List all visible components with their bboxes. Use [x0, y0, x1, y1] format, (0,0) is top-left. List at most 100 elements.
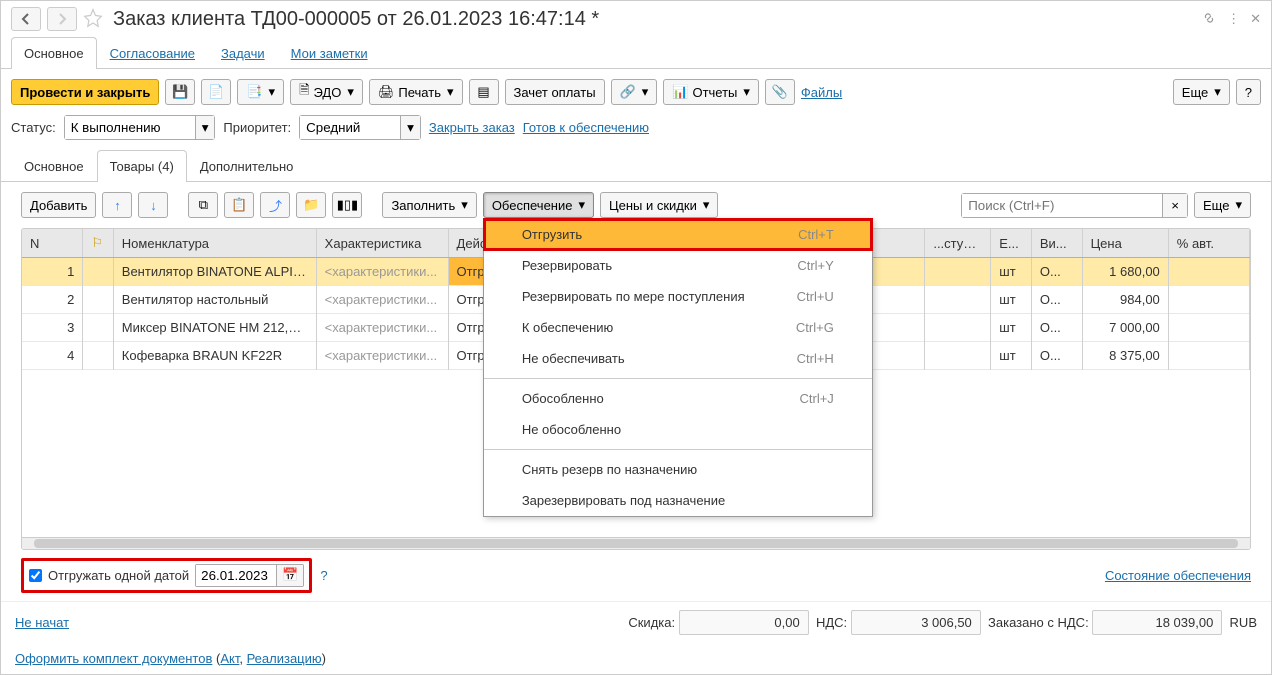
- cell-unit[interactable]: шт: [991, 258, 1032, 286]
- post-and-close-button[interactable]: Провести и закрыть: [11, 79, 159, 105]
- cell-unit[interactable]: шт: [991, 286, 1032, 314]
- cell-price[interactable]: 984,00: [1082, 286, 1168, 314]
- cell-price[interactable]: 8 375,00: [1082, 342, 1168, 370]
- cell-n[interactable]: 4: [22, 342, 83, 370]
- menu-item[interactable]: Резервировать по мере поступленияCtrl+U: [484, 281, 872, 312]
- col-kind[interactable]: Ви...: [1031, 229, 1082, 258]
- cell-nomenclature[interactable]: Вентилятор BINATONE ALPIN...: [113, 258, 316, 286]
- menu-item[interactable]: РезервироватьCtrl+Y: [484, 250, 872, 281]
- cell-kind[interactable]: О...: [1031, 258, 1082, 286]
- menu-item[interactable]: К обеспечениюCtrl+G: [484, 312, 872, 343]
- col-price[interactable]: Цена: [1082, 229, 1168, 258]
- col-flag[interactable]: ⚐: [83, 229, 113, 258]
- move-up-button[interactable]: ↑: [102, 192, 132, 218]
- reports-button[interactable]: 📊 Отчеты ▾: [663, 79, 759, 105]
- cell-unit[interactable]: шт: [991, 342, 1032, 370]
- subtab-main[interactable]: Основное: [11, 150, 97, 182]
- table-more-button[interactable]: Еще ▾: [1194, 192, 1251, 218]
- files-link[interactable]: Файлы: [801, 85, 842, 100]
- cell-kind[interactable]: О...: [1031, 314, 1082, 342]
- cell-n[interactable]: 1: [22, 258, 83, 286]
- paste-button[interactable]: 📋: [224, 192, 254, 218]
- cell-n[interactable]: 3: [22, 314, 83, 342]
- linked-button[interactable]: 🔗▾: [611, 79, 658, 105]
- cell-available[interactable]: [925, 286, 991, 314]
- tab-main[interactable]: Основное: [11, 37, 97, 69]
- col-n[interactable]: N: [22, 229, 83, 258]
- cell-n[interactable]: 2: [22, 286, 83, 314]
- cell-available[interactable]: [925, 258, 991, 286]
- offset-button[interactable]: Зачет оплаты: [505, 79, 605, 105]
- save-button[interactable]: 💾: [165, 79, 195, 105]
- col-characteristic[interactable]: Характеристика: [316, 229, 448, 258]
- folder-button[interactable]: 📁: [296, 192, 326, 218]
- docs-link[interactable]: Оформить комплект документов: [15, 651, 212, 666]
- provision-state-link[interactable]: Состояние обеспечения: [1105, 568, 1251, 583]
- close-order-link[interactable]: Закрыть заказ: [429, 120, 515, 135]
- menu-icon[interactable]: ⋮: [1227, 11, 1240, 27]
- priority-select[interactable]: [300, 116, 400, 139]
- cell-auto[interactable]: [1168, 286, 1249, 314]
- search-input[interactable]: [962, 194, 1162, 217]
- horizontal-scrollbar[interactable]: [22, 537, 1250, 549]
- help-button[interactable]: ?: [1236, 79, 1261, 105]
- cell-flag[interactable]: [83, 342, 113, 370]
- add-row-button[interactable]: Добавить: [21, 192, 96, 218]
- ready-link[interactable]: Готов к обеспечению: [523, 120, 649, 135]
- create-based-button[interactable]: 📑▾: [237, 79, 284, 105]
- tab-tasks[interactable]: Задачи: [208, 37, 278, 69]
- cell-unit[interactable]: шт: [991, 314, 1032, 342]
- cell-kind[interactable]: О...: [1031, 342, 1082, 370]
- cell-flag[interactable]: [83, 258, 113, 286]
- cell-auto[interactable]: [1168, 314, 1249, 342]
- cell-characteristic[interactable]: <характеристики...: [316, 258, 448, 286]
- cell-price[interactable]: 7 000,00: [1082, 314, 1168, 342]
- subtab-goods[interactable]: Товары (4): [97, 150, 187, 182]
- ship-single-date-checkbox[interactable]: [29, 569, 42, 582]
- favorite-star-icon[interactable]: [83, 8, 103, 31]
- print-button[interactable]: 🖨 Печать ▾: [369, 79, 463, 105]
- attach-button[interactable]: 📎: [765, 79, 795, 105]
- close-icon[interactable]: ✕: [1250, 11, 1261, 27]
- cell-flag[interactable]: [83, 286, 113, 314]
- cell-nomenclature[interactable]: Миксер BINATONE HM 212,6 ...: [113, 314, 316, 342]
- col-unit[interactable]: Е...: [991, 229, 1032, 258]
- realization-link[interactable]: Реализацию: [247, 651, 322, 666]
- cell-nomenclature[interactable]: Вентилятор настольный: [113, 286, 316, 314]
- list-button[interactable]: ▤: [469, 79, 499, 105]
- link-icon[interactable]: [1201, 10, 1217, 29]
- menu-item[interactable]: Не обеспечиватьCtrl+H: [484, 343, 872, 374]
- cell-characteristic[interactable]: <характеристики...: [316, 314, 448, 342]
- cell-nomenclature[interactable]: Кофеварка BRAUN KF22R: [113, 342, 316, 370]
- move-down-button[interactable]: ↓: [138, 192, 168, 218]
- forward-button[interactable]: [47, 7, 77, 31]
- menu-item[interactable]: Зарезервировать под назначение: [484, 485, 872, 516]
- col-nomenclature[interactable]: Номенклатура: [113, 229, 316, 258]
- date-help[interactable]: ?: [320, 568, 327, 583]
- subtab-extra[interactable]: Дополнительно: [187, 150, 307, 182]
- menu-item[interactable]: ОтгрузитьCtrl+T: [484, 219, 872, 250]
- prices-button[interactable]: Цены и скидки ▾: [600, 192, 718, 218]
- cell-flag[interactable]: [83, 314, 113, 342]
- status-select[interactable]: [65, 116, 195, 139]
- col-auto[interactable]: % авт.: [1168, 229, 1249, 258]
- cell-kind[interactable]: О...: [1031, 286, 1082, 314]
- cell-auto[interactable]: [1168, 258, 1249, 286]
- menu-item[interactable]: ОбособленноCtrl+J: [484, 383, 872, 414]
- tab-notes[interactable]: Мои заметки: [278, 37, 381, 69]
- menu-item[interactable]: Не обособленно: [484, 414, 872, 445]
- fill-button[interactable]: Заполнить ▾: [382, 192, 476, 218]
- share-button[interactable]: ⤴: [260, 192, 290, 218]
- cell-available[interactable]: [925, 342, 991, 370]
- cell-characteristic[interactable]: <характеристики...: [316, 286, 448, 314]
- post-button[interactable]: 📄: [201, 79, 231, 105]
- col-available[interactable]: ...ступно: [925, 229, 991, 258]
- cell-characteristic[interactable]: <характеристики...: [316, 342, 448, 370]
- not-started-link[interactable]: Не начат: [15, 615, 69, 630]
- tab-approval[interactable]: Согласование: [97, 37, 208, 69]
- copy-button[interactable]: ⧉: [188, 192, 218, 218]
- provision-button[interactable]: Обеспечение ▾: [483, 192, 594, 218]
- more-button[interactable]: Еще ▾: [1173, 79, 1230, 105]
- barcode-button[interactable]: ▮▯▮: [332, 192, 362, 218]
- search-clear-button[interactable]: ×: [1162, 194, 1187, 217]
